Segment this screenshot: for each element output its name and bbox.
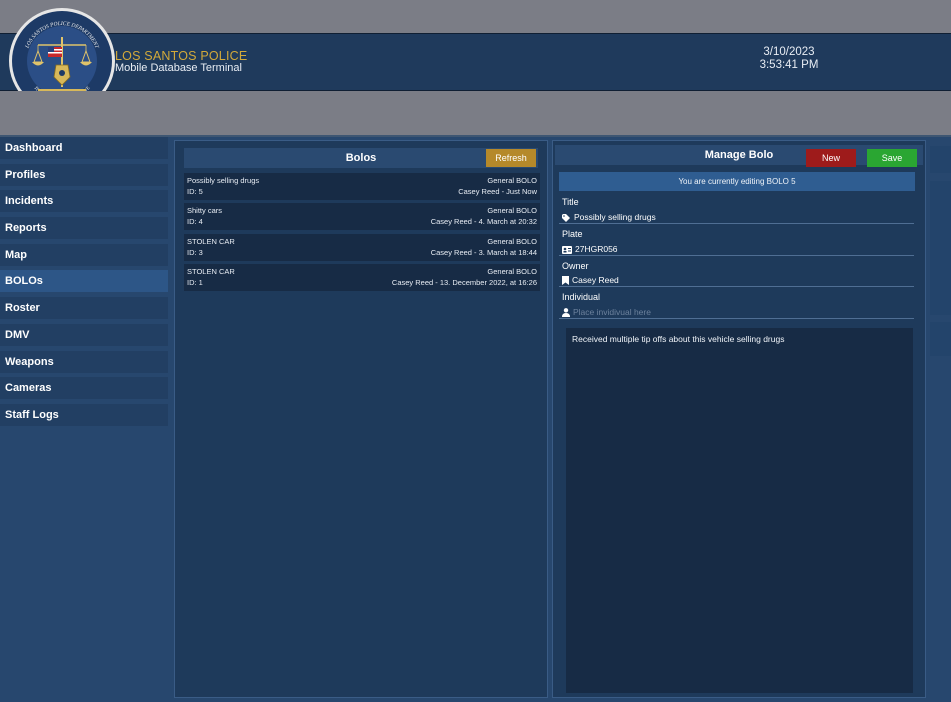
sidebar-item-weapons[interactable]: Weapons <box>0 350 168 373</box>
editing-notice: You are currently editing BOLO 5 <box>559 172 915 191</box>
bolo-meta: Casey Reed - 3. March at 18:44 <box>430 248 537 257</box>
new-button[interactable]: New <box>806 149 856 167</box>
right-panel-stub-top <box>930 146 951 173</box>
bolo-row[interactable]: Shitty cars ID: 4 General BOLO Casey Ree… <box>184 203 540 230</box>
top-bar <box>0 0 951 33</box>
app-title: LOS SANTOS POLICE <box>115 49 248 63</box>
app-subtitle: Mobile Database Terminal <box>115 62 242 74</box>
bolo-id: ID: 4 <box>187 217 203 226</box>
right-panel-stub-bottom <box>930 322 951 356</box>
individual-field[interactable]: Place invidivual here <box>562 307 651 318</box>
save-button[interactable]: Save <box>867 149 917 167</box>
bolo-meta: Casey Reed - Just Now <box>458 187 537 196</box>
sidebar: Dashboard Profiles Incidents Reports Map… <box>0 137 168 431</box>
sidebar-item-incidents[interactable]: Incidents <box>0 190 168 213</box>
manage-bolo-panel: Manage Bolo New Save You are currently e… <box>552 140 926 698</box>
clock-date: 3/10/2023 <box>763 46 815 58</box>
bolo-title: STOLEN CAR <box>187 237 235 246</box>
manage-bolo-title: Manage Bolo <box>704 149 774 161</box>
bolo-meta: Casey Reed - 13. December 2022, at 16:26 <box>391 278 537 287</box>
sidebar-item-profiles[interactable]: Profiles <box>0 163 168 186</box>
individual-placeholder: Place invidivual here <box>573 307 651 317</box>
id-card-icon <box>562 245 572 254</box>
plate-label: Plate <box>562 229 583 239</box>
title-field[interactable]: Possibly selling drugs <box>562 212 656 222</box>
refresh-button[interactable]: Refresh <box>486 149 536 167</box>
plate-underline <box>559 255 914 256</box>
bolo-id: ID: 1 <box>187 278 203 287</box>
owner-field[interactable]: Casey Reed <box>562 275 619 286</box>
bolo-type: General BOLO <box>487 267 537 276</box>
owner-label: Owner <box>562 261 589 271</box>
sidebar-item-cameras[interactable]: Cameras <box>0 377 168 400</box>
sidebar-item-dashboard[interactable]: Dashboard <box>0 137 168 159</box>
bolo-id: ID: 3 <box>187 248 203 257</box>
right-panel-stub-middle <box>930 181 951 315</box>
plate-value: 27HGR056 <box>575 244 618 254</box>
details-text: Received multiple tip offs about this ve… <box>572 334 785 344</box>
details-textarea[interactable]: Received multiple tip offs about this ve… <box>566 328 913 693</box>
tag-icon <box>562 213 570 222</box>
bolos-panel-header: Bolos <box>184 148 538 168</box>
plate-field[interactable]: 27HGR056 <box>562 244 618 254</box>
title-value: Possibly selling drugs <box>574 212 656 222</box>
bolo-meta: Casey Reed - 4. March at 20:32 <box>430 217 537 226</box>
bolo-title: Shitty cars <box>187 206 223 215</box>
bolo-title: Possibly selling drugs <box>187 176 260 185</box>
sidebar-item-roster[interactable]: Roster <box>0 297 168 320</box>
sidebar-item-bolos[interactable]: BOLOs <box>0 270 168 293</box>
individual-underline <box>559 318 914 319</box>
clock-time: 3:53:41 PM <box>759 59 819 71</box>
clock: 3/10/2023 3:53:41 PM <box>749 46 829 72</box>
sidebar-item-staff-logs[interactable]: Staff Logs <box>0 403 168 426</box>
bolos-panel: Bolos Refresh Possibly selling drugs ID:… <box>174 140 548 698</box>
sidebar-item-dmv[interactable]: DMV <box>0 323 168 346</box>
bolo-id: ID: 5 <box>187 187 203 196</box>
sidebar-item-reports[interactable]: Reports <box>0 217 168 240</box>
bolo-row[interactable]: Possibly selling drugs ID: 5 General BOL… <box>184 173 540 200</box>
sub-bar <box>0 91 951 137</box>
bolo-type: General BOLO <box>487 237 537 246</box>
bolo-row[interactable]: STOLEN CAR ID: 1 General BOLO Casey Reed… <box>184 264 540 291</box>
bolo-title: STOLEN CAR <box>187 267 235 276</box>
owner-underline <box>559 286 914 287</box>
bolo-type: General BOLO <box>487 206 537 215</box>
bookmark-icon <box>562 276 569 286</box>
bolos-panel-title: Bolos <box>345 152 377 164</box>
sidebar-item-map[interactable]: Map <box>0 243 168 266</box>
title-underline <box>559 223 914 224</box>
bolo-type: General BOLO <box>487 176 537 185</box>
owner-value: Casey Reed <box>572 275 619 285</box>
bolo-row[interactable]: STOLEN CAR ID: 3 General BOLO Casey Reed… <box>184 234 540 261</box>
title-label: Title <box>562 197 579 207</box>
individual-label: Individual <box>562 292 601 302</box>
user-icon <box>562 308 570 318</box>
